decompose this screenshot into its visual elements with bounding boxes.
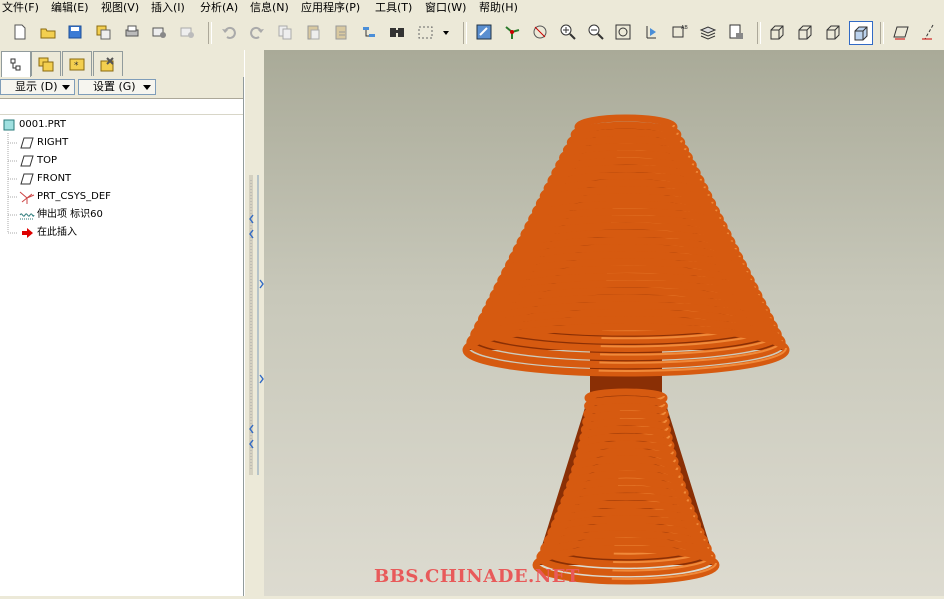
- tree-item-protrusion[interactable]: 伸出项 标识60: [19, 207, 103, 223]
- tree-item-label: RIGHT: [37, 137, 69, 148]
- send-mail-2-icon[interactable]: [176, 21, 198, 43]
- svg-text:AB: AB: [681, 25, 688, 31]
- settings-dropdown[interactable]: 设置 (G): [78, 79, 156, 95]
- repaint-icon[interactable]: [473, 21, 495, 43]
- redo-icon[interactable]: [246, 21, 268, 43]
- tree-item-label: 在此插入: [37, 227, 77, 238]
- open-icon[interactable]: [37, 21, 59, 43]
- menu-help[interactable]: 帮助(H): [479, 1, 518, 15]
- toolbar-separator: [880, 22, 884, 44]
- saved-views-icon[interactable]: AB: [668, 21, 690, 43]
- chevron-down-icon: [62, 85, 70, 90]
- graphics-viewport[interactable]: [264, 50, 944, 596]
- menu-analysis[interactable]: 分析(A): [200, 1, 238, 15]
- tree-item-front[interactable]: FRONT: [19, 171, 71, 187]
- regenerate-icon[interactable]: [358, 21, 380, 43]
- layers-icon[interactable]: [697, 21, 719, 43]
- wireframe-icon[interactable]: [766, 21, 788, 43]
- spin-center-icon[interactable]: [501, 21, 523, 43]
- svg-text:*: *: [74, 61, 79, 71]
- tree-column-header: [0, 99, 243, 115]
- model-tree-icon: [10, 58, 21, 70]
- menu-info[interactable]: 信息(N): [250, 1, 289, 15]
- view-manager-icon[interactable]: [725, 21, 747, 43]
- refit-icon[interactable]: [612, 21, 634, 43]
- settings-label: 设置 (G): [93, 80, 136, 93]
- copy-icon[interactable]: [274, 21, 296, 43]
- undo-icon[interactable]: [218, 21, 240, 43]
- save-icon[interactable]: [64, 21, 86, 43]
- insert-here-arrow-icon: [19, 226, 35, 240]
- shading-icon[interactable]: [849, 21, 873, 45]
- tree-item-part[interactable]: 0001.PRT: [1, 117, 66, 133]
- tree-item-right[interactable]: RIGHT: [19, 135, 68, 151]
- tree-item-top[interactable]: TOP: [19, 153, 57, 169]
- save-copy-icon[interactable]: [92, 21, 114, 43]
- paste-icon[interactable]: [302, 21, 324, 43]
- model-tree-panel: 显示 (D) 设置 (G) 0001.PRT RIGHT TOP FRONT P…: [0, 77, 244, 596]
- menu-insert[interactable]: 插入(I): [151, 1, 185, 15]
- tree-item-insert-here[interactable]: 在此插入: [19, 225, 77, 241]
- menu-edit[interactable]: 编辑(E): [51, 1, 89, 15]
- menu-file[interactable]: 文件(F): [2, 1, 39, 15]
- datum-plane-display-icon[interactable]: [890, 21, 912, 43]
- datum-plane-icon: [19, 154, 35, 168]
- tree-item-label: TOP: [37, 155, 58, 166]
- view-mode-icon[interactable]: [529, 21, 551, 43]
- connections-tab[interactable]: [93, 51, 123, 76]
- model-tree-tab[interactable]: [1, 51, 31, 77]
- send-mail-icon[interactable]: [148, 21, 170, 43]
- reorient-icon[interactable]: [640, 21, 662, 43]
- tree-item-label: 0001.PRT: [19, 119, 66, 130]
- zoom-out-icon[interactable]: [585, 21, 607, 43]
- favorites-tab[interactable]: *: [62, 51, 92, 76]
- find-icon[interactable]: [386, 21, 408, 43]
- tree-item-label: 伸出项 标识60: [37, 209, 103, 220]
- toolbar-separator: [463, 22, 467, 44]
- toolbar-separator: [757, 22, 761, 44]
- select-box-icon[interactable]: [414, 21, 436, 43]
- menu-tools[interactable]: 工具(T): [375, 1, 412, 15]
- datum-plane-icon: [19, 136, 35, 150]
- new-icon[interactable]: [9, 21, 31, 43]
- paste-special-icon[interactable]: [330, 21, 352, 43]
- folder-browser-icon: [38, 57, 54, 72]
- datum-plane-icon: [19, 172, 35, 186]
- show-dropdown[interactable]: 显示 (D): [0, 79, 75, 95]
- select-dropdown-icon[interactable]: [440, 21, 452, 43]
- navigator-tabs: *: [0, 50, 244, 77]
- tree-item-label: FRONT: [37, 173, 72, 184]
- main-toolbar: AB: [0, 16, 944, 51]
- panel-splitter[interactable]: [244, 50, 265, 596]
- chevron-down-icon: [143, 85, 151, 90]
- watermark-text: BBS.CHINADE.NET: [374, 566, 580, 587]
- coil-lamp-model[interactable]: [264, 50, 944, 596]
- csys-icon: [19, 190, 35, 204]
- no-hidden-icon[interactable]: [822, 21, 844, 43]
- hidden-line-icon[interactable]: [794, 21, 816, 43]
- folder-browser-tab[interactable]: [31, 51, 61, 76]
- protrusion-icon: [19, 208, 35, 222]
- menu-view[interactable]: 视图(V): [101, 1, 139, 15]
- show-label: 显示 (D): [15, 80, 58, 93]
- connections-icon: [100, 57, 114, 72]
- menu-applications[interactable]: 应用程序(P): [301, 1, 360, 15]
- toolbar-separator: [208, 22, 212, 44]
- splitter-grip: [249, 175, 264, 475]
- print-icon[interactable]: [121, 21, 143, 43]
- tree-header: 显示 (D) 设置 (G): [0, 77, 243, 99]
- menu-bar: 文件(F) 编辑(E) 视图(V) 插入(I) 分析(A) 信息(N) 应用程序…: [0, 0, 944, 16]
- tree-item-csys[interactable]: PRT_CSYS_DEF: [19, 189, 111, 205]
- menu-window[interactable]: 窗口(W): [425, 1, 466, 15]
- datum-axis-display-icon[interactable]: [918, 21, 940, 43]
- favorites-icon: *: [69, 58, 85, 71]
- part-icon: [1, 118, 17, 132]
- zoom-in-icon[interactable]: [557, 21, 579, 43]
- tree-item-label: PRT_CSYS_DEF: [37, 191, 111, 202]
